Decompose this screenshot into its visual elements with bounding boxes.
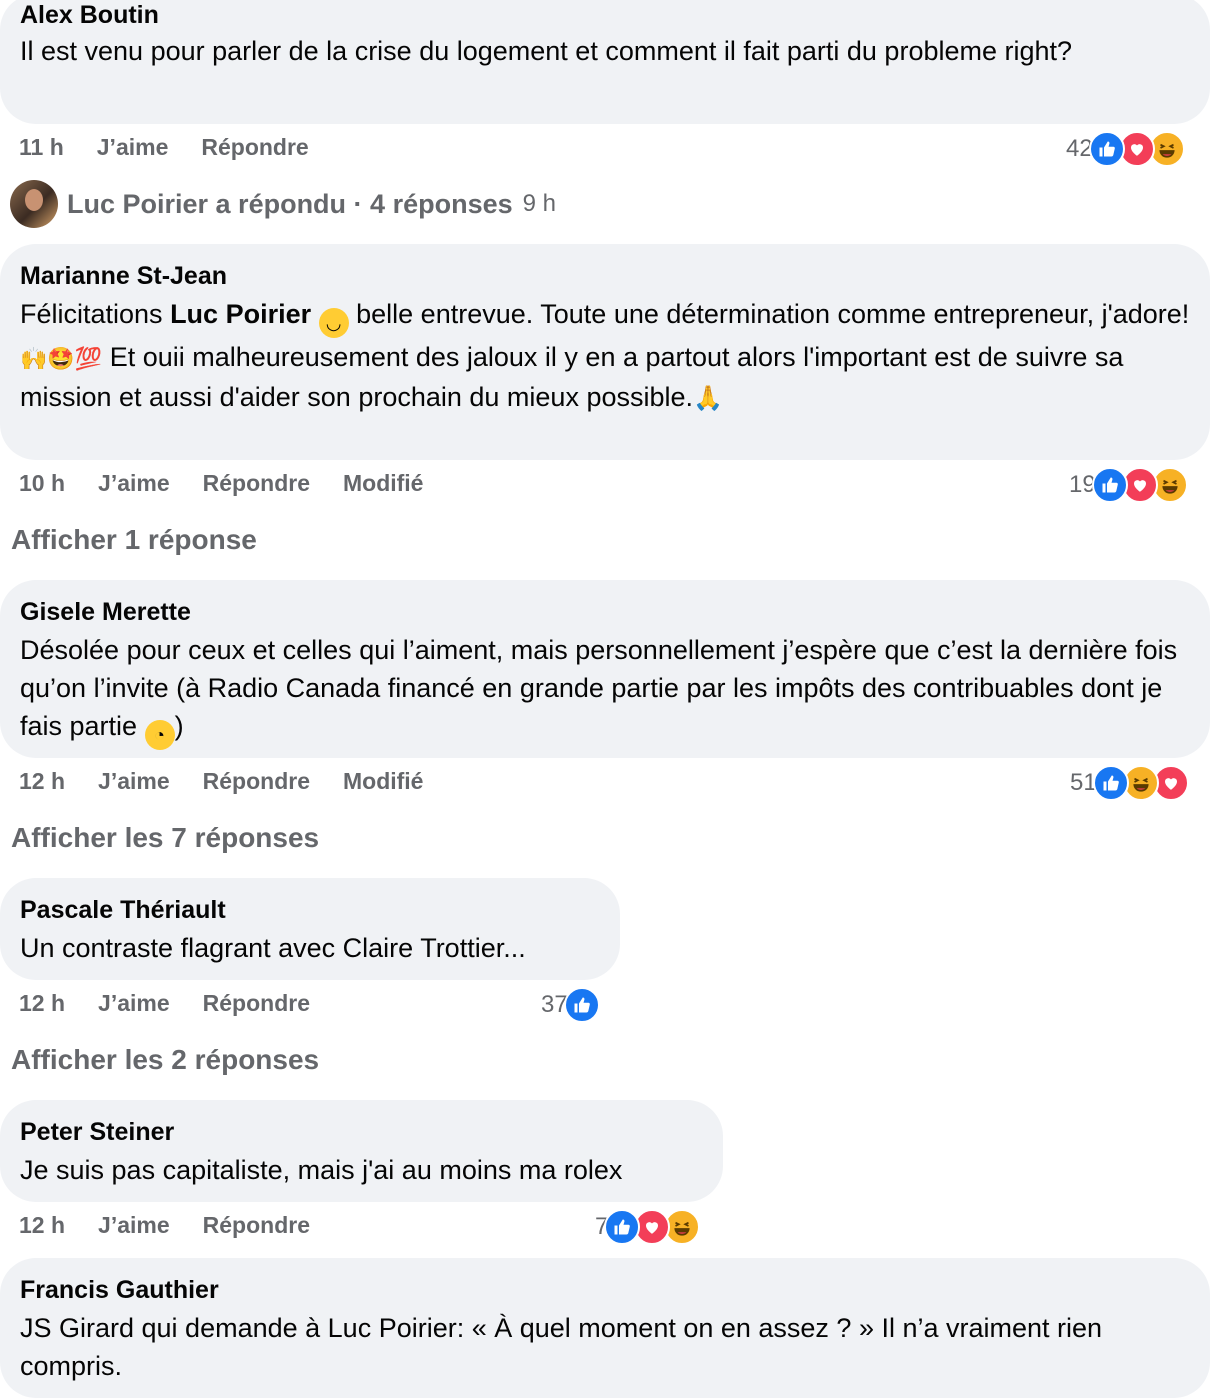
emoji-group-icon: 🙌🤩💯 [20, 346, 103, 371]
comment-bubble: Gisele Merette Désolée pour ceux et cell… [0, 580, 1210, 758]
comment-time[interactable]: 12 h [19, 990, 65, 1017]
text-segment: Désolée pour ceux et celles qui l’aiment… [20, 635, 1178, 741]
like-button[interactable]: J’aime [98, 470, 170, 497]
reply-summary[interactable]: Luc Poirier a répondu · 4 réponses 9 h [10, 180, 556, 228]
eye-roll-emoji-icon: ◔ [144, 720, 175, 750]
comment-author[interactable]: Peter Steiner [20, 1117, 703, 1147]
like-button[interactable]: J’aime [98, 990, 170, 1017]
text-segment: Et ouii malheureusement des jaloux il y … [20, 342, 1124, 412]
reaction-summary[interactable]: 51 [1070, 765, 1189, 801]
comment-bubble: Francis Gauthier JS Girard qui demande à… [0, 1258, 1210, 1398]
reply-button[interactable]: Répondre [203, 990, 310, 1017]
comment-text: Félicitations Luc Poirier ◡ belle entrev… [20, 295, 1190, 418]
edited-label[interactable]: Modifié [343, 470, 424, 497]
comment-text: Je suis pas capitaliste, mais j'ai au mo… [20, 1155, 623, 1185]
reaction-summary[interactable]: 7 [595, 1209, 701, 1245]
comment-author[interactable]: Francis Gauthier [20, 1275, 1190, 1305]
like-icon [604, 1209, 641, 1245]
smile-emoji-icon: ◡ [318, 308, 349, 338]
reply-time: 9 h [522, 190, 556, 217]
reply-button[interactable]: Répondre [203, 470, 310, 497]
comment-author[interactable]: Pascale Thériault [20, 895, 600, 925]
comment-text: Il est venu pour parler de la crise du l… [20, 36, 1073, 66]
comment-author[interactable]: Gisele Merette [20, 597, 1190, 627]
separator: · [346, 188, 371, 219]
comment-actions: 12 h J’aime Répondre [19, 1212, 310, 1239]
text-segment: belle entrevue. Toute une détermination … [348, 299, 1190, 329]
show-replies-link[interactable]: Afficher 1 réponse [11, 524, 257, 556]
praying-hands-icon: 🙏 [693, 385, 723, 412]
comment-bubble: Peter Steiner Je suis pas capitaliste, m… [0, 1100, 723, 1202]
like-icon [563, 987, 600, 1023]
comment-author[interactable]: Alex Boutin [20, 0, 1190, 30]
reaction-summary[interactable]: 42 [1066, 131, 1185, 167]
edited-label[interactable]: Modifié [343, 768, 424, 795]
like-icon [1091, 467, 1128, 503]
comment-time[interactable]: 11 h [19, 134, 64, 161]
reply-button[interactable]: Répondre [203, 768, 310, 795]
show-replies-link[interactable]: Afficher les 7 réponses [11, 822, 319, 854]
comment-text: JS Girard qui demande à Luc Poirier: « À… [20, 1313, 1103, 1381]
comment-time[interactable]: 10 h [19, 470, 65, 497]
reaction-summary[interactable]: 19 [1069, 467, 1188, 503]
comment-bubble: Marianne St-Jean Félicitations Luc Poiri… [0, 244, 1210, 460]
show-replies-link[interactable]: Afficher les 2 réponses [11, 1044, 319, 1076]
comment-bubble: Pascale Thériault Un contraste flagrant … [0, 878, 620, 980]
comment-actions: 12 h J’aime Répondre [19, 990, 310, 1017]
comment-text: Un contraste flagrant avec Claire Trotti… [20, 933, 526, 963]
like-button[interactable]: J’aime [98, 768, 170, 795]
reply-author-action: Luc Poirier a répondu [67, 188, 347, 219]
reply-button[interactable]: Répondre [203, 1212, 310, 1239]
like-icon [1088, 131, 1125, 167]
text-segment: Félicitations [20, 299, 171, 329]
reaction-summary[interactable]: 37 [541, 987, 600, 1023]
reply-count: 4 réponses [370, 188, 513, 219]
like-button[interactable]: J’aime [98, 1212, 170, 1239]
comment-actions: 10 h J’aime Répondre Modifié [19, 470, 423, 497]
avatar[interactable] [10, 180, 58, 228]
like-icon [1092, 765, 1129, 801]
comment-actions: 12 h J’aime Répondre Modifié [19, 768, 423, 795]
comment-text: Désolée pour ceux et celles qui l’aiment… [20, 631, 1190, 750]
comment-author[interactable]: Marianne St-Jean [20, 261, 1190, 291]
like-button[interactable]: J’aime [97, 134, 169, 161]
mention-link[interactable]: Luc Poirier [170, 299, 311, 329]
text-segment: ) [174, 711, 184, 741]
comment-bubble: Alex Boutin Il est venu pour parler de l… [0, 0, 1210, 124]
comment-actions: 11 h J’aime Répondre [19, 134, 309, 161]
comment-time[interactable]: 12 h [19, 768, 65, 795]
comment-time[interactable]: 12 h [19, 1212, 65, 1239]
reply-button[interactable]: Répondre [201, 134, 308, 161]
